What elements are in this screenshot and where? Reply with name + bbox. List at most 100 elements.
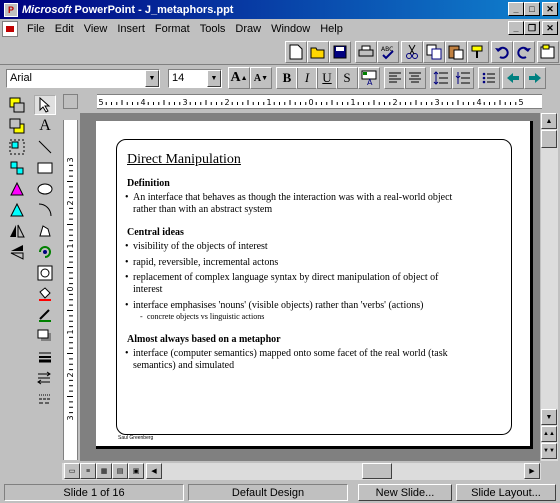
bullet-item[interactable]: visibility of the objects of interest	[125, 241, 493, 253]
line-color-icon[interactable]	[34, 305, 56, 325]
bullet-item[interactable]: replacement of complex language syntax b…	[125, 272, 493, 296]
ellipse-tool-icon[interactable]	[34, 179, 56, 199]
font-name-combo[interactable]: Arial ▼	[6, 69, 160, 88]
decrease-font-icon[interactable]: A ▼	[250, 67, 272, 89]
menu-help[interactable]: Help	[315, 23, 348, 35]
doc-close-button[interactable]: ✕	[542, 21, 558, 35]
chevron-down-icon[interactable]: ▼	[207, 70, 221, 87]
undo-icon[interactable]	[491, 41, 513, 63]
horizontal-ruler[interactable]: 5 4 3 2 1 0 1 2 3 4 5	[97, 94, 542, 109]
menu-format[interactable]: Format	[150, 23, 195, 35]
font-size-combo[interactable]: 14 ▼	[168, 69, 222, 88]
italic-icon[interactable]: I	[296, 67, 318, 89]
arrow-style-icon[interactable]	[34, 368, 56, 388]
free-rotate-tool-icon[interactable]	[34, 242, 56, 262]
document-icon[interactable]	[2, 20, 18, 37]
menu-draw[interactable]: Draw	[230, 23, 266, 35]
powerpoint-app-icon[interactable]: P	[4, 2, 18, 17]
font-color-icon[interactable]: A	[358, 67, 380, 89]
slide-canvas[interactable]: Direct Manipulation Definition An interf…	[80, 113, 540, 461]
bullet-item[interactable]: interface (computer semantics) mapped on…	[125, 348, 493, 372]
vertical-scrollbar[interactable]: ▲ ▼ ▲▲ ▼▼	[541, 113, 558, 461]
scroll-down-icon[interactable]: ▼	[541, 409, 557, 425]
flip-horizontal-icon[interactable]	[6, 221, 28, 241]
open-folder-icon[interactable]	[307, 41, 329, 63]
send-backward-icon[interactable]	[6, 116, 28, 136]
print-icon[interactable]	[355, 41, 377, 63]
fill-color-icon[interactable]	[34, 284, 56, 304]
notes-view-icon[interactable]: ▤	[112, 463, 128, 479]
menu-tools[interactable]: Tools	[195, 23, 231, 35]
chevron-down-icon[interactable]: ▼	[145, 70, 159, 87]
next-slide-icon[interactable]: ▼▼	[541, 443, 557, 459]
maximize-button[interactable]: □	[524, 2, 540, 16]
bring-forward-icon[interactable]	[6, 95, 28, 115]
new-slide-icon[interactable]	[537, 41, 559, 63]
doc-minimize-button[interactable]: _	[508, 21, 524, 35]
menu-window[interactable]: Window	[266, 23, 315, 35]
spelling-icon[interactable]: ABC	[377, 41, 399, 63]
line-spacing-decrease-icon[interactable]	[452, 67, 474, 89]
bold-icon[interactable]: B	[276, 67, 298, 89]
horizontal-scroll-thumb[interactable]	[362, 463, 392, 479]
format-painter-icon[interactable]	[467, 41, 489, 63]
shadow-on-off-icon[interactable]	[34, 326, 56, 346]
increase-font-icon[interactable]: A ▲	[228, 67, 250, 89]
vertical-ruler[interactable]: 3 2 1 0 1 2 3	[63, 120, 78, 460]
minimize-button[interactable]: _	[508, 2, 524, 16]
sub-bullet-item[interactable]: concrete objects vs linguistic actions	[140, 312, 264, 321]
section-heading[interactable]: Almost always based on a metaphor	[127, 334, 281, 345]
slide-view-icon[interactable]: ▭	[64, 463, 80, 479]
slide-layout-button[interactable]: Slide Layout...	[456, 484, 556, 501]
bullet-item[interactable]: rapid, reversible, incremental actons	[125, 257, 493, 269]
section-heading[interactable]: Definition	[127, 178, 170, 189]
bullet-item[interactable]: An interface that behaves as though the …	[125, 192, 493, 216]
menu-edit[interactable]: Edit	[50, 23, 79, 35]
group-icon[interactable]	[6, 137, 28, 157]
close-button[interactable]: ✕	[542, 2, 558, 16]
redo-icon[interactable]	[513, 41, 535, 63]
bullets-icon[interactable]	[478, 67, 500, 89]
copy-icon[interactable]	[423, 41, 445, 63]
scroll-left-icon[interactable]: ◀	[146, 463, 162, 479]
line-spacing-increase-icon[interactable]	[430, 67, 452, 89]
line-tool-icon[interactable]	[34, 137, 56, 157]
free-rotate-icon[interactable]	[6, 200, 28, 220]
arc-tool-icon[interactable]	[34, 200, 56, 220]
promote-icon[interactable]	[502, 67, 524, 89]
paste-icon[interactable]	[445, 41, 467, 63]
menu-view[interactable]: View	[79, 23, 113, 35]
scroll-thumb[interactable]	[541, 130, 557, 148]
text-tool-icon[interactable]: A	[34, 116, 56, 136]
menu-file[interactable]: File	[22, 23, 50, 35]
shadow-icon[interactable]: S	[336, 67, 358, 89]
slide-title[interactable]: Direct Manipulation	[127, 152, 241, 168]
flip-vertical-icon[interactable]	[6, 242, 28, 262]
rectangle-tool-icon[interactable]	[34, 158, 56, 178]
horizontal-scrollbar[interactable]: ▭ ≡ ▦ ▤ ▣ ◀ ▶	[62, 463, 541, 480]
menu-insert[interactable]: Insert	[112, 23, 150, 35]
outline-view-icon[interactable]: ≡	[80, 463, 96, 479]
align-left-icon[interactable]	[384, 67, 406, 89]
underline-icon[interactable]: U	[316, 67, 338, 89]
rotate-icon[interactable]	[6, 179, 28, 199]
new-slide-button[interactable]: New Slide...	[358, 484, 452, 501]
scroll-right-icon[interactable]: ▶	[524, 463, 540, 479]
previous-slide-icon[interactable]: ▲▲	[541, 426, 557, 442]
ungroup-icon[interactable]	[6, 158, 28, 178]
new-file-icon[interactable]	[285, 41, 307, 63]
slide-sorter-view-icon[interactable]: ▦	[96, 463, 112, 479]
freeform-tool-icon[interactable]	[34, 221, 56, 241]
autoshapes-icon[interactable]	[34, 263, 56, 283]
select-arrow-icon[interactable]	[34, 95, 56, 115]
align-center-icon[interactable]	[404, 67, 426, 89]
line-style-icon[interactable]	[34, 347, 56, 367]
doc-restore-button[interactable]: ❐	[524, 21, 540, 35]
slide[interactable]: Direct Manipulation Definition An interf…	[96, 121, 533, 449]
slide-content-frame[interactable]: Direct Manipulation Definition An interf…	[116, 139, 512, 435]
cut-icon[interactable]	[401, 41, 423, 63]
save-icon[interactable]	[329, 41, 351, 63]
slide-show-icon[interactable]: ▣	[128, 463, 144, 479]
demote-icon[interactable]	[524, 67, 546, 89]
section-heading[interactable]: Central ideas	[127, 227, 184, 238]
